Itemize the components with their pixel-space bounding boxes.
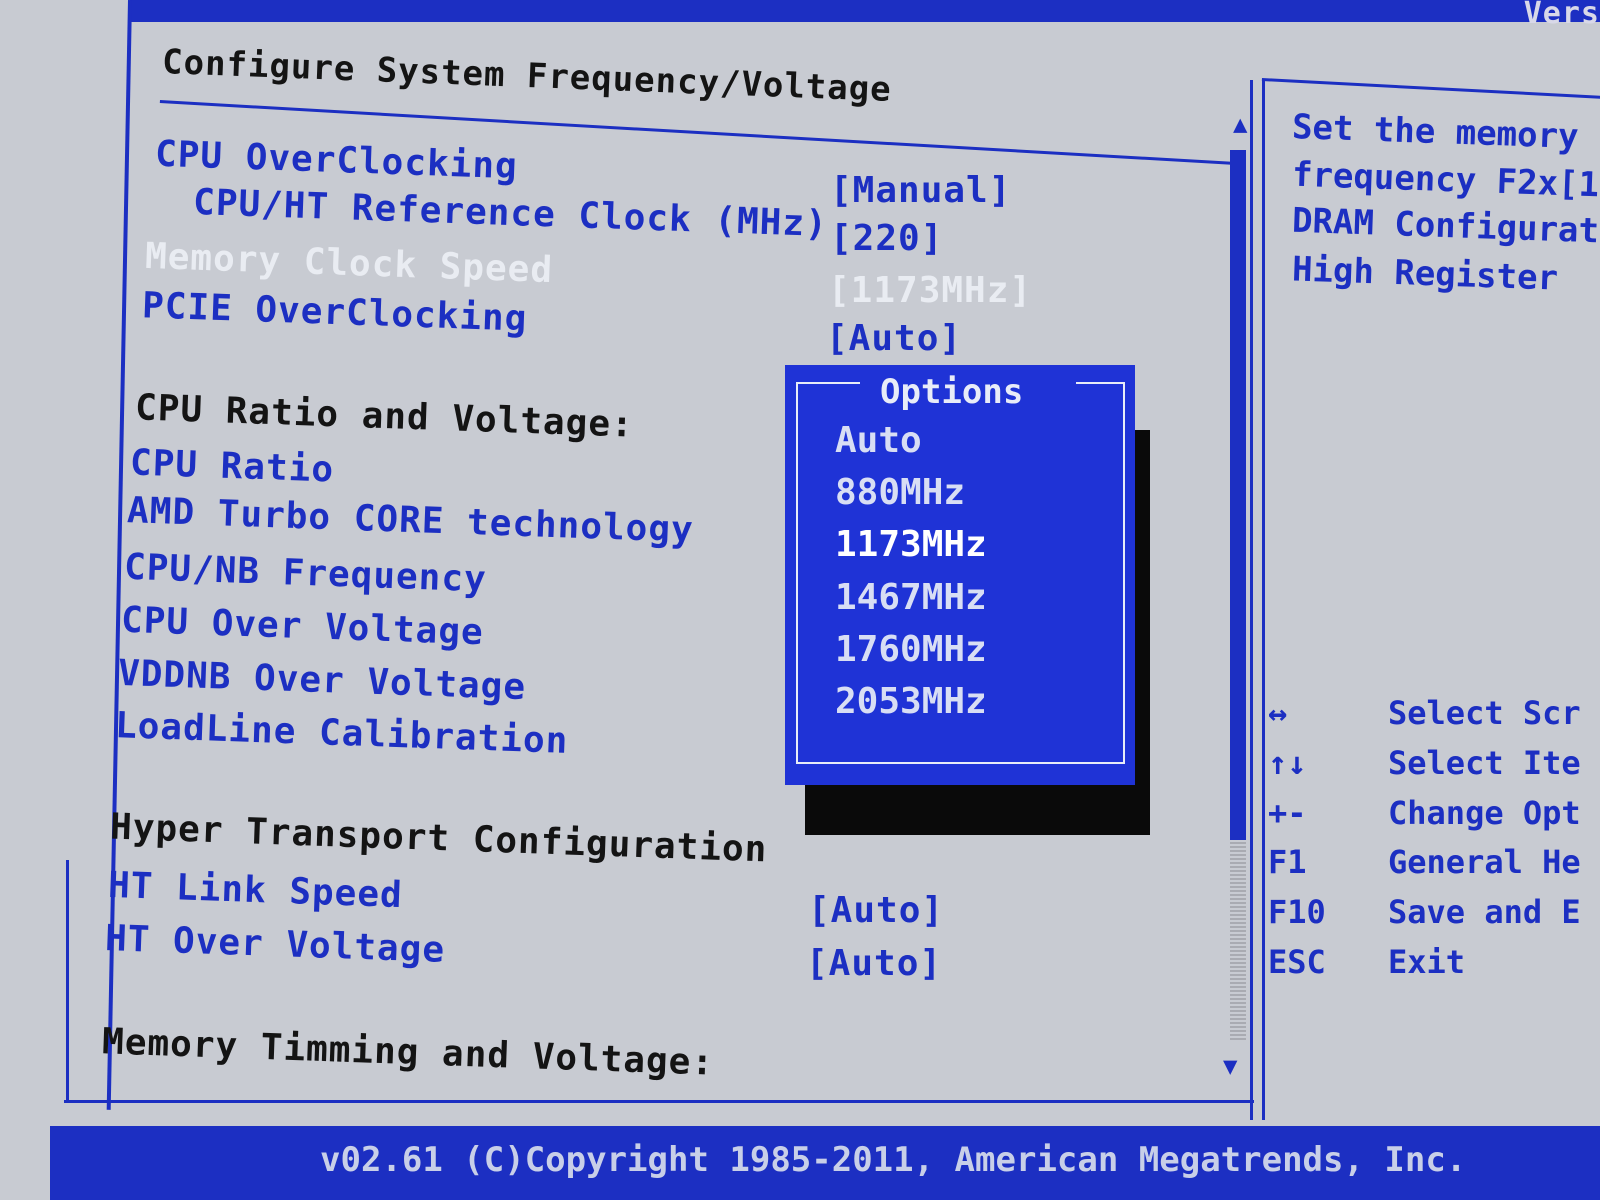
options-popup-title: Options xyxy=(880,372,1024,412)
option-item[interactable]: 1760MHz xyxy=(835,629,987,670)
key-desc-exit: Exit xyxy=(1388,943,1466,981)
option-item[interactable]: 1467MHz xyxy=(835,577,987,618)
scroll-up-arrow-icon[interactable]: ▲ xyxy=(1233,110,1247,138)
scrollbar-thumb[interactable] xyxy=(1230,840,1246,1040)
panel-left-line xyxy=(66,860,69,1102)
option-item[interactable]: 880MHz xyxy=(835,472,965,513)
value-memory-clock: [1173MHz] xyxy=(828,270,1033,311)
help-pane-divider xyxy=(1250,80,1253,1120)
value-ref-clock[interactable]: [220] xyxy=(830,218,943,259)
setting-cpu-nb-frequency[interactable]: CPU/NB Frequency xyxy=(123,547,487,601)
value-pcie-overclocking[interactable]: [Auto] xyxy=(826,318,962,359)
setting-cpu-over-voltage[interactable]: CPU Over Voltage xyxy=(120,600,484,654)
key-esc: ESC xyxy=(1268,943,1326,981)
setting-vddnb-over-voltage[interactable]: VDDNB Over Voltage xyxy=(117,653,526,708)
key-f1: F1 xyxy=(1268,843,1307,881)
option-item-selected[interactable]: 1173MHz xyxy=(835,524,987,565)
setting-loadline-calibration[interactable]: LoadLine Calibration xyxy=(114,705,569,762)
help-text-line: High Register xyxy=(1291,249,1559,299)
option-item[interactable]: Auto xyxy=(835,420,922,461)
key-desc-select-screen: Select Scr xyxy=(1388,694,1581,732)
scroll-down-arrow-icon[interactable]: ▼ xyxy=(1223,1052,1237,1080)
value-ht-link-speed[interactable]: [Auto] xyxy=(808,890,944,931)
key-arrows-lr-icon: ↔ xyxy=(1268,694,1288,732)
panel-bottom-line xyxy=(64,1100,1254,1103)
version-label: Vers xyxy=(1523,0,1600,31)
key-desc-change-option: Change Opt xyxy=(1388,794,1581,832)
copyright-text: v02.61 (C)Copyright 1985-2011, American … xyxy=(320,1140,1467,1180)
section-hyper-transport: Hyper Transport Configuration xyxy=(109,806,769,871)
help-text-line: Set the memory xyxy=(1291,107,1580,157)
setting-ref-clock[interactable]: CPU/HT Reference Clock (MHz) xyxy=(192,182,828,245)
setting-ht-over-voltage[interactable]: HT Over Voltage xyxy=(104,918,445,971)
setting-amd-turbo-core[interactable]: AMD Turbo CORE technology xyxy=(126,490,694,551)
key-desc-general-help: General He xyxy=(1388,843,1581,881)
setting-cpu-overclocking[interactable]: CPU OverClocking xyxy=(154,134,518,188)
value-cpu-overclocking[interactable]: [Manual] xyxy=(830,170,1011,211)
section-cpu-ratio-voltage: CPU Ratio and Voltage: xyxy=(134,387,635,446)
section-memory-timing: Memory Timming and Voltage: xyxy=(101,1021,715,1084)
setting-cpu-ratio[interactable]: CPU Ratio xyxy=(129,442,334,490)
help-pane-top-line xyxy=(1261,78,1600,99)
key-f10: F10 xyxy=(1268,893,1326,931)
setting-pcie-overclocking[interactable]: PCIE OverClocking xyxy=(141,285,528,339)
help-pane-divider-inner xyxy=(1262,80,1265,1120)
option-item[interactable]: 2053MHz xyxy=(835,681,987,722)
key-plus-minus: +- xyxy=(1268,794,1307,832)
help-text-line: frequency F2x[1 xyxy=(1291,154,1600,206)
top-bar: Vers xyxy=(130,0,1600,31)
setting-memory-clock: Memory Clock Speed xyxy=(144,235,554,292)
value-ht-over-voltage[interactable]: [Auto] xyxy=(806,943,942,984)
setting-ht-link-speed[interactable]: HT Link Speed xyxy=(107,865,403,916)
key-desc-save-exit: Save and E xyxy=(1388,893,1581,931)
help-text-line: DRAM Configurat xyxy=(1291,200,1600,252)
key-arrows-ud-icon: ↑↓ xyxy=(1268,744,1307,782)
key-desc-select-item: Select Ite xyxy=(1388,744,1581,782)
scrollbar-track[interactable] xyxy=(1230,150,1246,840)
bios-screen: Vers Configure System Frequency/Voltage … xyxy=(0,0,1600,1200)
page-title: Configure System Frequency/Voltage xyxy=(161,42,893,110)
